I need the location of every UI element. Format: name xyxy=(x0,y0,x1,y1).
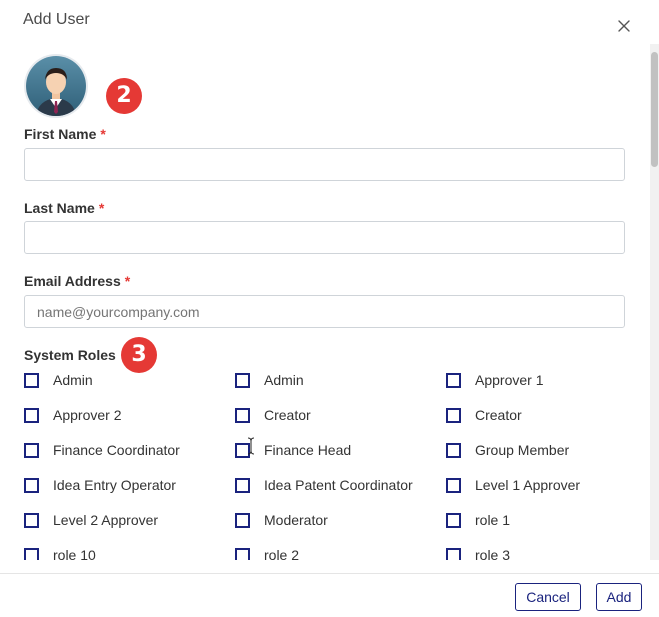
required-marker: * xyxy=(124,273,131,289)
role-approver-2[interactable]: Approver 2 xyxy=(24,405,121,425)
dialog-body[interactable]: 2 First Name * Last Name * Email Address * … xyxy=(0,44,650,560)
role-checkbox[interactable] xyxy=(24,547,39,560)
system-roles-label: System Roles xyxy=(24,347,116,363)
last-name-label: Last Name * xyxy=(24,200,104,216)
role-group-member[interactable]: Group Member xyxy=(446,440,569,460)
role-admin-2[interactable]: Admin xyxy=(235,370,304,390)
close-icon[interactable] xyxy=(615,17,633,35)
first-name-label: First Name * xyxy=(24,126,106,142)
role-creator[interactable]: Creator xyxy=(235,405,311,425)
add-user-dialog: Add User 2 First Name * Last Name * Emai… xyxy=(0,0,659,617)
role-label: role 3 xyxy=(475,547,511,560)
dialog-title: Add User xyxy=(23,11,90,28)
role-creator-2[interactable]: Creator xyxy=(446,405,522,425)
scrollbar[interactable] xyxy=(650,44,659,560)
role-label: Idea Patent Coordinator xyxy=(264,477,413,493)
first-name-label-text: First Name xyxy=(24,126,97,142)
email-label-text: Email Address xyxy=(24,273,121,289)
email-input[interactable] xyxy=(24,295,625,328)
role-level-2-approver[interactable]: Level 2 Approver xyxy=(24,510,158,530)
role-checkbox[interactable] xyxy=(24,512,39,528)
role-label: Admin xyxy=(264,372,304,388)
last-name-label-text: Last Name xyxy=(24,200,95,216)
role-label: role 1 xyxy=(475,512,511,528)
scrollbar-thumb[interactable] xyxy=(651,52,658,167)
role-moderator[interactable]: Moderator xyxy=(235,510,328,530)
role-idea-entry-operator[interactable]: Idea Entry Operator xyxy=(24,475,176,495)
role-checkbox[interactable] xyxy=(235,407,250,423)
role-checkbox[interactable] xyxy=(446,512,461,528)
role-label: Idea Entry Operator xyxy=(53,477,176,493)
role-checkbox[interactable] xyxy=(235,547,250,560)
role-label: role 10 xyxy=(53,547,96,560)
role-label: Level 2 Approver xyxy=(53,512,159,528)
role-label: Creator xyxy=(475,407,522,423)
role-label: Creator xyxy=(264,407,311,423)
required-marker: * xyxy=(100,126,106,142)
role-checkbox[interactable] xyxy=(235,372,250,388)
role-admin[interactable]: Admin xyxy=(24,370,93,390)
role-idea-patent-coordinator[interactable]: Idea Patent Coordinator xyxy=(235,475,413,495)
role-checkbox[interactable] xyxy=(235,512,250,528)
role-finance-coordinator[interactable]: Finance Coordinator xyxy=(24,440,180,460)
role-role-10[interactable]: role 10 xyxy=(24,545,96,560)
role-label: Finance Coordinator xyxy=(53,442,180,458)
role-checkbox[interactable] xyxy=(446,477,461,493)
role-checkbox[interactable] xyxy=(446,547,461,560)
role-label: Approver 2 xyxy=(53,407,122,423)
role-checkbox[interactable] xyxy=(24,442,39,458)
role-checkbox[interactable] xyxy=(24,407,39,423)
required-marker: * xyxy=(98,200,105,216)
annotation-badge-3: 3 xyxy=(121,337,157,373)
role-label: Approver 1 xyxy=(475,372,544,388)
email-label: Email Address * xyxy=(24,273,130,289)
cancel-button[interactable]: Cancel xyxy=(515,583,581,611)
role-checkbox[interactable] xyxy=(24,372,39,388)
last-name-input[interactable] xyxy=(24,221,625,254)
role-label: Group Member xyxy=(475,442,570,458)
role-approver-1[interactable]: Approver 1 xyxy=(446,370,543,390)
role-checkbox[interactable] xyxy=(24,477,39,493)
add-button[interactable]: Add xyxy=(596,583,642,611)
role-checkbox[interactable] xyxy=(446,442,461,458)
text-cursor-icon xyxy=(247,437,255,455)
role-checkbox[interactable] xyxy=(235,477,250,493)
role-role-2[interactable]: role 2 xyxy=(235,545,299,560)
first-name-input[interactable] xyxy=(24,148,625,181)
role-checkbox[interactable] xyxy=(446,372,461,388)
user-avatar-icon[interactable] xyxy=(26,56,86,116)
role-role-3[interactable]: role 3 xyxy=(446,545,510,560)
annotation-badge-2: 2 xyxy=(106,78,142,114)
role-label: role 2 xyxy=(264,547,300,560)
role-label: Level 1 Approver xyxy=(475,477,581,493)
role-checkbox[interactable] xyxy=(446,407,461,423)
role-label: Admin xyxy=(53,372,93,388)
role-label: Finance Head xyxy=(264,442,352,458)
role-label: Moderator xyxy=(264,512,328,528)
role-role-1[interactable]: role 1 xyxy=(446,510,510,530)
dialog-footer: Cancel Add xyxy=(0,573,659,617)
role-level-1-approver[interactable]: Level 1 Approver xyxy=(446,475,580,495)
